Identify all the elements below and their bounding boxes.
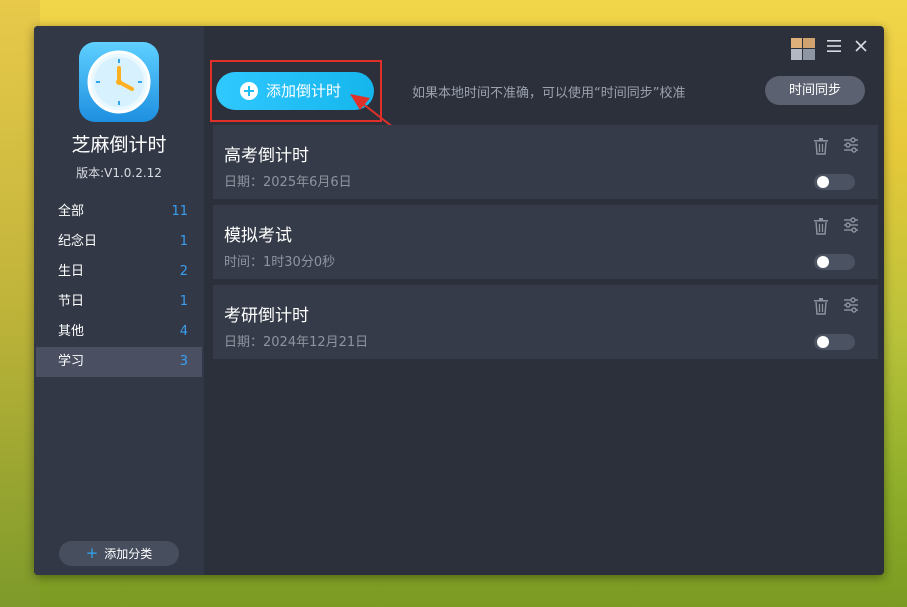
category-label: 生日 bbox=[58, 264, 85, 279]
timer-title: 模拟考试 bbox=[224, 226, 292, 246]
timer-toggle[interactable] bbox=[814, 254, 855, 270]
category-count: 1 bbox=[179, 294, 188, 309]
settings-icon[interactable] bbox=[843, 137, 859, 153]
app-name: 芝麻倒计时 bbox=[71, 134, 167, 156]
sidebar: 芝麻倒计时 版本:V1.0.2.12 全部 11 纪念日 1 生日 2 节日 1… bbox=[34, 26, 204, 575]
close-icon[interactable] bbox=[853, 38, 869, 54]
add-category-button[interactable]: + 添加分类 bbox=[59, 541, 179, 566]
category-label: 其他 bbox=[58, 324, 85, 339]
timer-toggle[interactable] bbox=[814, 174, 855, 190]
add-category-label: 添加分类 bbox=[104, 547, 153, 561]
trash-icon[interactable] bbox=[813, 297, 829, 315]
toggle-knob bbox=[817, 176, 829, 188]
timer-list: 高考倒计时 日期：2025年6月6日 模拟考试 时间：1时30分0秒 考研倒计时… bbox=[213, 125, 878, 365]
category-item-birthday[interactable]: 生日 2 bbox=[36, 257, 202, 287]
category-count: 1 bbox=[179, 234, 188, 249]
category-count: 3 bbox=[179, 354, 188, 369]
skin-icon[interactable] bbox=[791, 38, 815, 60]
app-window: 芝麻倒计时 版本:V1.0.2.12 全部 11 纪念日 1 生日 2 节日 1… bbox=[34, 26, 884, 575]
timer-subtitle: 日期：2025年6月6日 bbox=[224, 175, 352, 190]
app-logo-icon bbox=[79, 42, 159, 122]
trash-icon[interactable] bbox=[813, 137, 829, 155]
time-sync-hint: 如果本地时间不准确，可以使用“时间同步”校准 bbox=[412, 86, 686, 101]
app-version: 版本:V1.0.2.12 bbox=[76, 166, 162, 180]
category-item-holiday[interactable]: 节日 1 bbox=[36, 287, 202, 317]
category-label: 纪念日 bbox=[58, 234, 98, 249]
trash-icon[interactable] bbox=[813, 217, 829, 235]
category-label: 学习 bbox=[58, 354, 85, 369]
timer-card[interactable]: 考研倒计时 日期：2024年12月21日 bbox=[213, 285, 878, 359]
category-list: 全部 11 纪念日 1 生日 2 节日 1 其他 4 学习 3 bbox=[36, 197, 202, 377]
category-item-anniversary[interactable]: 纪念日 1 bbox=[36, 227, 202, 257]
timer-title: 高考倒计时 bbox=[224, 146, 309, 166]
category-count: 4 bbox=[179, 324, 188, 339]
category-item-study[interactable]: 学习 3 bbox=[36, 347, 202, 377]
timer-subtitle: 日期：2024年12月21日 bbox=[224, 335, 369, 350]
category-count: 11 bbox=[171, 204, 188, 219]
timer-card[interactable]: 高考倒计时 日期：2025年6月6日 bbox=[213, 125, 878, 199]
timer-subtitle: 时间：1时30分0秒 bbox=[224, 255, 336, 270]
timer-title: 考研倒计时 bbox=[224, 306, 309, 326]
plus-circle-icon bbox=[240, 82, 258, 100]
category-count: 2 bbox=[179, 264, 188, 279]
add-timer-label: 添加倒计时 bbox=[266, 82, 342, 100]
category-label: 节日 bbox=[58, 294, 85, 309]
timer-card[interactable]: 模拟考试 时间：1时30分0秒 bbox=[213, 205, 878, 279]
menu-icon[interactable] bbox=[826, 38, 842, 54]
category-label: 全部 bbox=[58, 204, 85, 219]
plus-icon: + bbox=[85, 544, 99, 562]
time-sync-button[interactable]: 时间同步 bbox=[765, 76, 865, 105]
settings-icon[interactable] bbox=[843, 297, 859, 313]
settings-icon[interactable] bbox=[843, 217, 859, 233]
toggle-knob bbox=[817, 256, 829, 268]
timer-toggle[interactable] bbox=[814, 334, 855, 350]
category-item-other[interactable]: 其他 4 bbox=[36, 317, 202, 347]
add-timer-button[interactable]: 添加倒计时 bbox=[216, 72, 374, 110]
toggle-knob bbox=[817, 336, 829, 348]
category-item-all[interactable]: 全部 11 bbox=[36, 197, 202, 227]
